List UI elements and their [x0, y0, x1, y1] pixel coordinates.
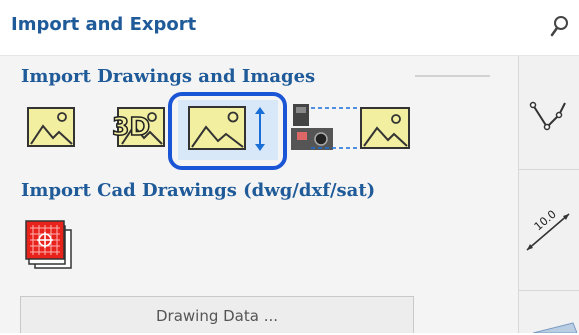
import-scaled-image-tool[interactable] — [188, 105, 270, 153]
import-3d-image-tool[interactable]: 3D — [108, 104, 166, 152]
import-image-tool[interactable] — [27, 104, 77, 152]
import-cad-drawing-tool[interactable] — [25, 220, 73, 270]
scanner-image-icon — [291, 104, 410, 150]
right-toolbar: 10.0 — [518, 56, 579, 333]
section-title-cad-drawings: Import Cad Drawings (dwg/dxf/sat) — [21, 180, 376, 201]
3d-label: 3D — [111, 111, 151, 142]
panel-title: Import and Export — [11, 14, 197, 35]
polyline-tool-icon[interactable] — [527, 95, 571, 139]
partial-tool-icon[interactable] — [533, 319, 577, 333]
section-title-drawings-images: Import Drawings and Images — [21, 66, 316, 87]
search-icon[interactable] — [549, 14, 571, 38]
cad-drawing-icon — [25, 220, 72, 269]
section-divider — [415, 75, 490, 77]
toolbar-divider — [519, 290, 579, 291]
dimension-tool[interactable]: 10.0 — [523, 202, 577, 256]
scaled-image-icon — [188, 106, 265, 151]
image-icon — [27, 107, 75, 147]
drawing-data-button[interactable]: Drawing Data ... — [20, 296, 414, 333]
toolbar-divider — [519, 169, 579, 170]
import-scanned-image-tool[interactable] — [291, 102, 413, 150]
panel-header: Import and Export — [0, 0, 579, 56]
